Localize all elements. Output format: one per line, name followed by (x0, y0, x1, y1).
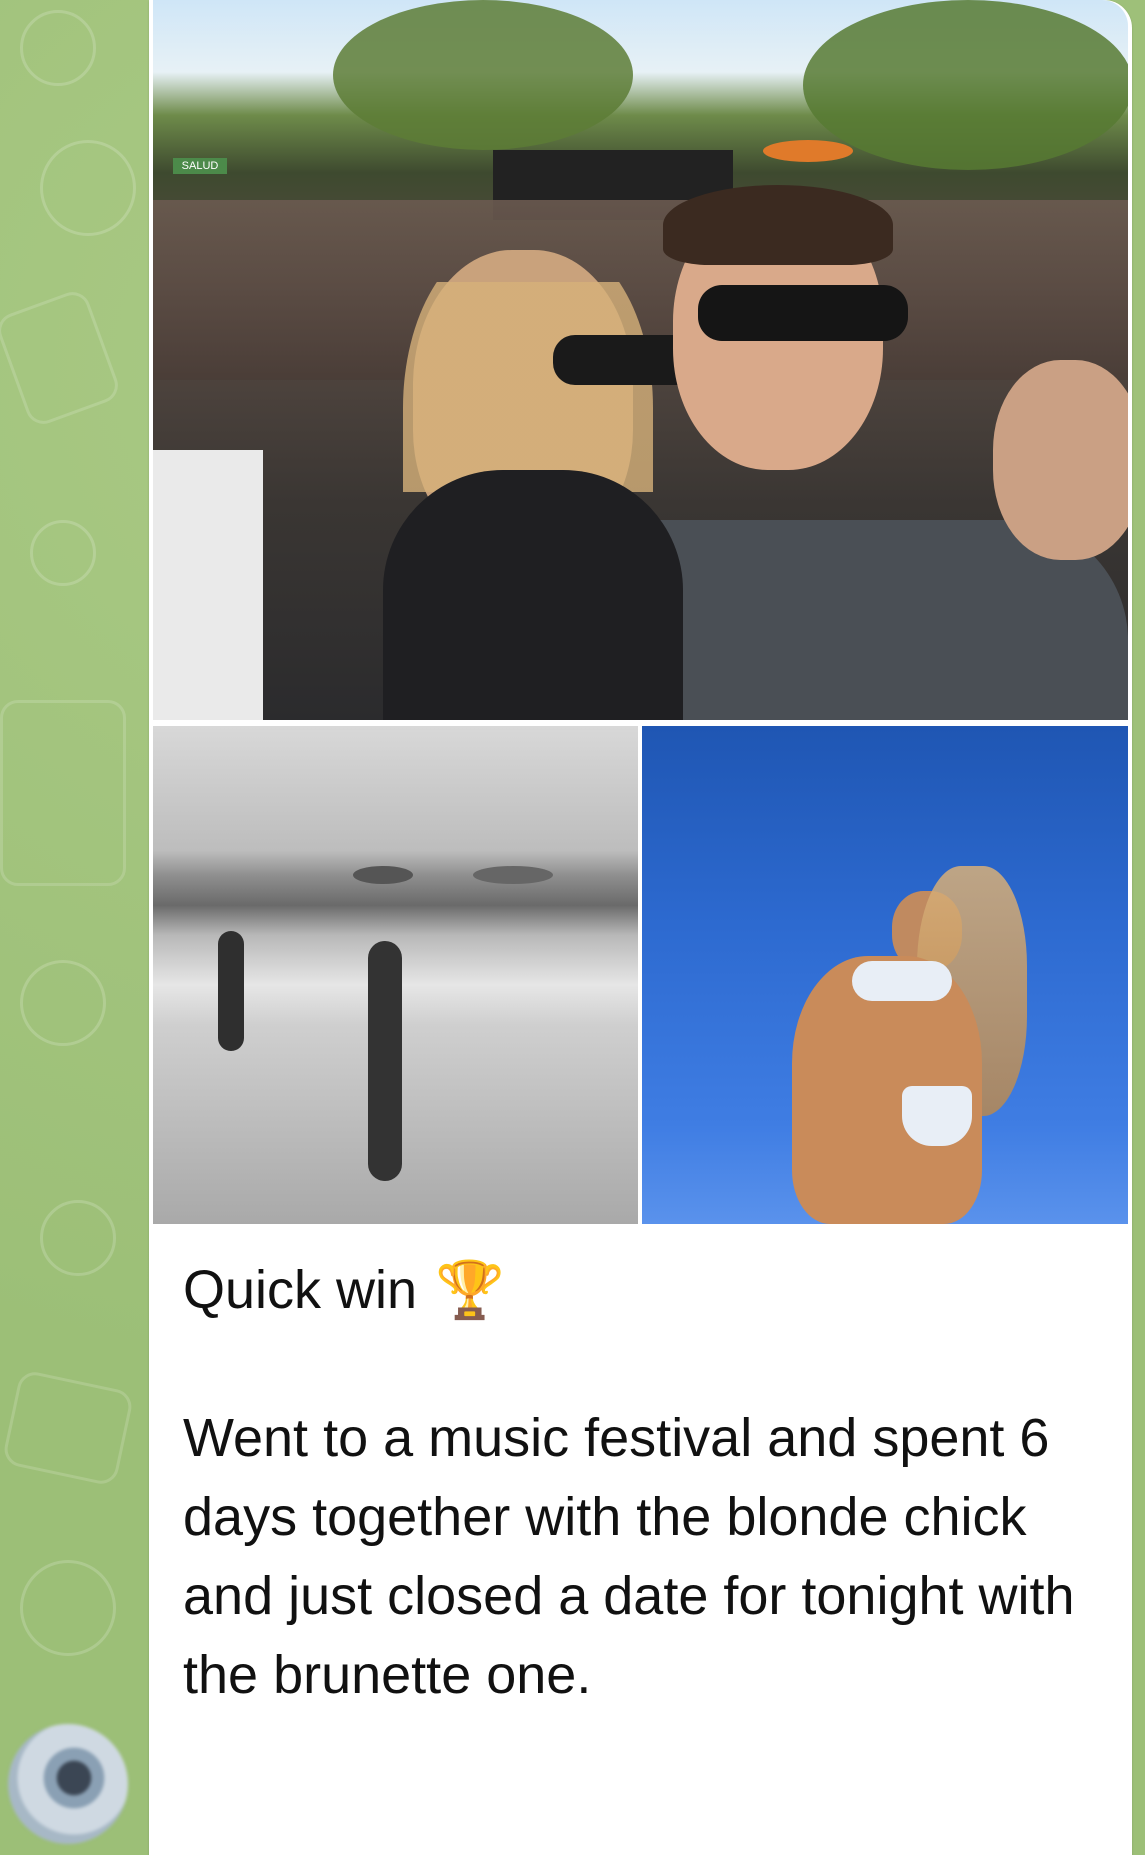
sender-avatar[interactable] (8, 1724, 128, 1844)
salud-sign: SALUD (173, 158, 227, 174)
message-title: Quick win (183, 1260, 418, 1320)
message-title-line: Quick win 🏆 (183, 1255, 1103, 1325)
festival-selfie-photo[interactable]: SALUD (153, 0, 1128, 720)
message-body: Went to a music festival and spent 6 day… (183, 1408, 1075, 1705)
bikini-photo[interactable] (642, 726, 1128, 1224)
message-bubble[interactable]: SALUD Quick win 🏆 Went to a music festiv… (149, 0, 1132, 1855)
trophy-icon: 🏆 (435, 1258, 505, 1321)
message-text: Quick win 🏆 Went to a music festival and… (183, 1255, 1103, 1715)
beach-photo[interactable] (153, 726, 638, 1224)
